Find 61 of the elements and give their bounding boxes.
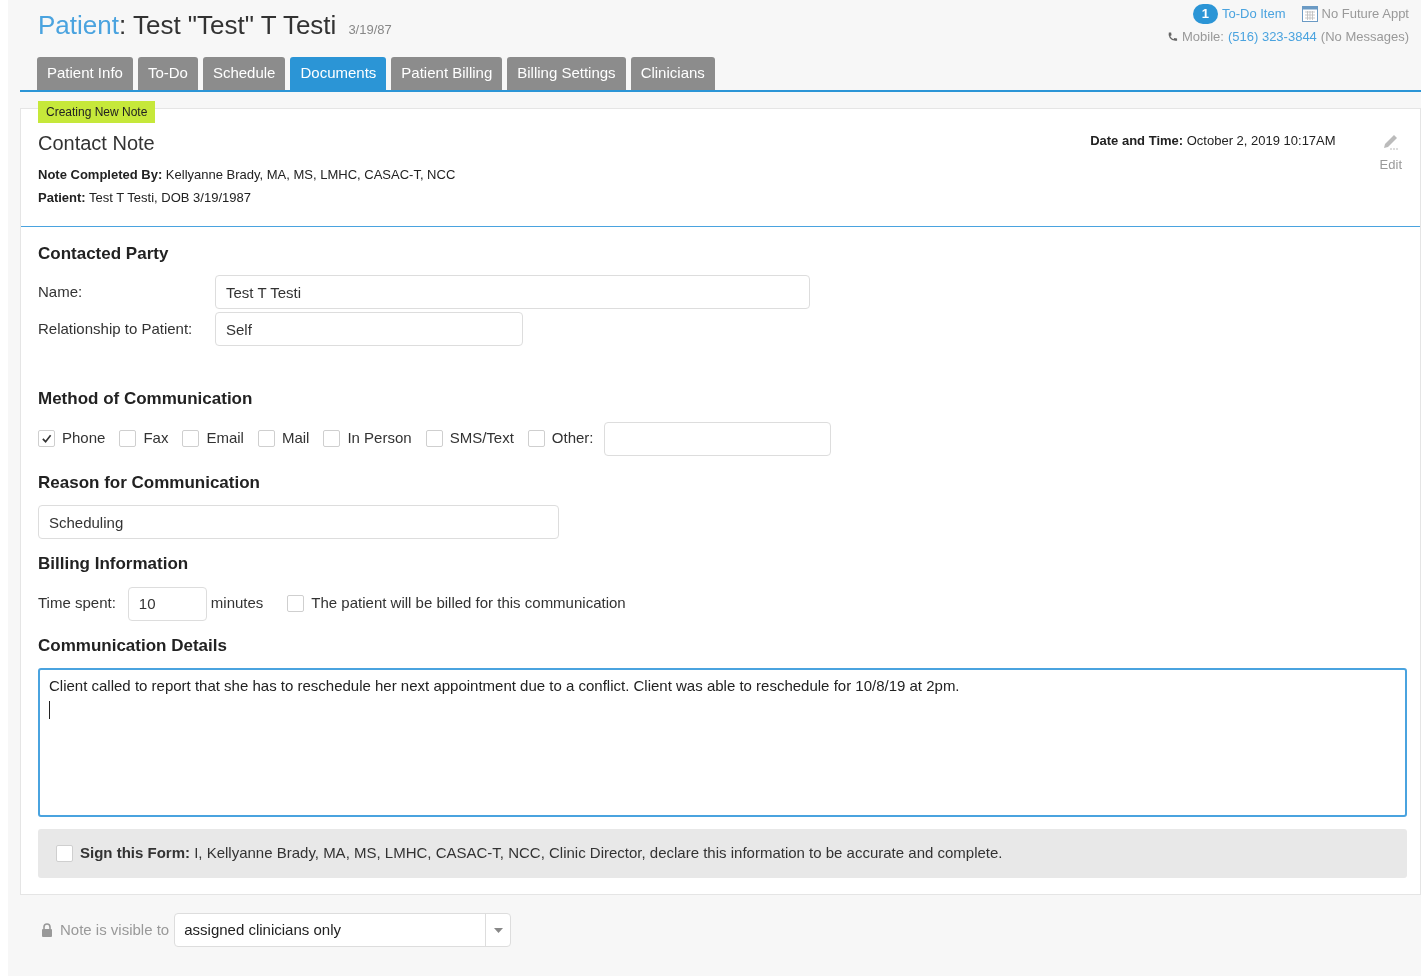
- checkbox[interactable]: [56, 845, 73, 862]
- section-heading: Method of Communication: [38, 388, 254, 410]
- message-status: (No Messages): [1320, 28, 1409, 46]
- checkbox[interactable]: [182, 430, 200, 447]
- relationship-field[interactable]: Self: [215, 312, 523, 346]
- other-field[interactable]: [603, 421, 831, 456]
- field-label: Name:: [38, 281, 84, 302]
- page-title: Patient: Test "Test" T Testi: [38, 9, 337, 42]
- tab[interactable]: To-Do: [137, 56, 198, 90]
- section-heading: Reason for Communication: [38, 471, 261, 494]
- checkbox-label: Email: [206, 428, 244, 449]
- checkbox-label: Fax: [143, 428, 169, 449]
- section-heading: Communication Details: [38, 634, 228, 657]
- date-and-time: Date and Time: October 2, 2019 10:17AM: [1090, 131, 1336, 150]
- caret-icon: [493, 927, 503, 933]
- appointment-status: No Future Appt: [1321, 5, 1409, 24]
- tab[interactable]: Patient Info: [37, 56, 133, 90]
- checkbox[interactable]: [287, 595, 305, 612]
- unit-label: minutes: [210, 593, 264, 614]
- section-heading: Contacted Party: [38, 242, 170, 265]
- checkbox-label: Other:: [551, 428, 594, 449]
- date-of-birth: 3/19/87: [348, 21, 392, 39]
- reason-field[interactable]: Scheduling: [38, 505, 559, 539]
- checkbox-label: In Person: [347, 428, 412, 449]
- status-badge: Creating New Note: [38, 100, 156, 123]
- time-field[interactable]: 10: [127, 586, 207, 621]
- visibility-label: Note is visible to: [60, 919, 170, 940]
- patient-info: Patient: Test T Testi, DOB 3/19/1987: [38, 189, 252, 207]
- note-title: Contact Note: [38, 130, 156, 155]
- phone-icon: [1167, 30, 1179, 43]
- checkbox[interactable]: [323, 430, 341, 447]
- checkbox-label: Mail: [281, 428, 310, 449]
- checkbox[interactable]: [38, 430, 55, 447]
- details-textarea[interactable]: Client called to report that she has to reschedule her next appointment due to a conflict. Client was able to reschedule for 10/8/19 at 2pm.: [38, 668, 1407, 817]
- checkbox-label: The patient will be billed for this communication: [311, 593, 626, 614]
- edit-button[interactable]: Edit: [1379, 132, 1402, 174]
- lock-icon: [41, 923, 53, 937]
- checkbox[interactable]: [257, 430, 275, 447]
- todo-link[interactable]: To-Do Item: [1221, 4, 1286, 24]
- checkbox[interactable]: [527, 430, 545, 447]
- checkbox[interactable]: [425, 430, 443, 447]
- tab[interactable]: Schedule: [202, 56, 286, 90]
- section-heading: Billing Information: [38, 553, 190, 575]
- calendar-icon: [1301, 6, 1318, 22]
- sign-statement: Sign this Form: I, Kellyanne Brady, MA, MS, LMHC, CASAC-T, NCC, Clinic Director, declare this information to be accurate and complete.: [80, 843, 1003, 864]
- count-badge: 1: [1192, 4, 1218, 24]
- completed-by: Note Completed By: Kellyanne Brady, MA, MS, LMHC, CASAC-T, NCC: [38, 165, 456, 184]
- field-label: Time spent:: [38, 593, 116, 614]
- visibility-select[interactable]: assigned clinicians only: [174, 913, 512, 947]
- tab[interactable]: Billing Settings: [507, 56, 626, 90]
- checkbox-label: SMS/Text: [449, 428, 514, 449]
- name-field[interactable]: Test T Testi: [215, 275, 810, 309]
- checkbox[interactable]: [119, 430, 137, 447]
- checkbox-label: Phone: [62, 428, 106, 449]
- tab[interactable]: Patient Billing: [391, 56, 503, 90]
- tab[interactable]: Clinicians: [630, 56, 715, 90]
- check-icon: [41, 433, 52, 444]
- mobile-label: Mobile:: [1182, 28, 1224, 46]
- field-label: Relationship to Patient:: [38, 318, 194, 339]
- tab[interactable]: Documents: [290, 56, 387, 90]
- phone-link[interactable]: (516) 323-3844: [1227, 27, 1317, 47]
